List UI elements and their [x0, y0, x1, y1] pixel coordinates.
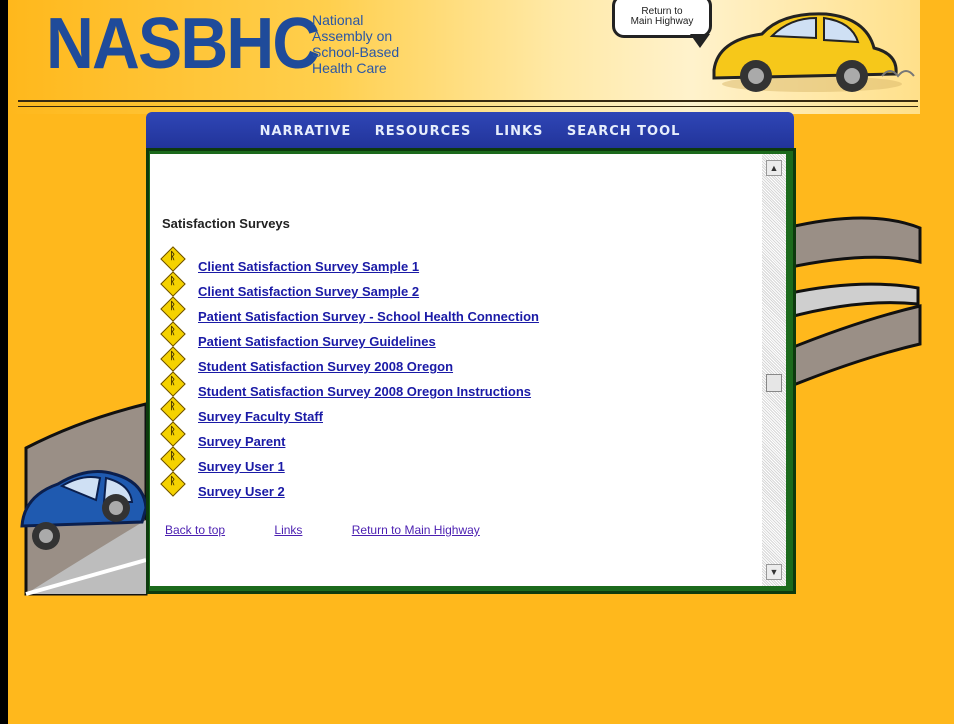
- survey-link[interactable]: Student Satisfaction Survey 2008 Oregon: [198, 359, 453, 374]
- header-rule-bottom: [18, 106, 918, 107]
- scroll-thumb[interactable]: [766, 374, 782, 392]
- back-to-top-link[interactable]: Back to top: [165, 523, 225, 537]
- nav-search-tool[interactable]: SEARCH TOOL: [567, 124, 681, 139]
- survey-link[interactable]: Survey Faculty Staff: [198, 409, 323, 424]
- survey-link[interactable]: Survey User 1: [198, 459, 285, 474]
- scroll-down-button[interactable]: ▼: [766, 564, 782, 580]
- survey-link[interactable]: Survey Parent: [198, 434, 285, 449]
- right-background: [922, 0, 954, 724]
- survey-link[interactable]: Client Satisfaction Survey Sample 1: [198, 259, 419, 274]
- scroll-up-button[interactable]: ▲: [766, 160, 782, 176]
- logo-line-1: National: [312, 12, 364, 28]
- nav-items: NARRATIVE RESOURCES LINKS SEARCH TOOL: [146, 124, 794, 139]
- survey-link[interactable]: Patient Satisfaction Survey Guidelines: [198, 334, 436, 349]
- yellow-car-icon: [712, 12, 915, 92]
- links-link[interactable]: Links: [274, 523, 302, 537]
- bubble-line-2: Main Highway: [630, 16, 694, 27]
- return-to-main-highway-link[interactable]: Return to Main Highway: [352, 523, 480, 537]
- survey-link[interactable]: Student Satisfaction Survey 2008 Oregon …: [198, 384, 531, 399]
- nav-links[interactable]: LINKS: [495, 124, 543, 139]
- header-rule-top: [18, 100, 918, 102]
- top-navigation: NARRATIVE RESOURCES LINKS SEARCH TOOL: [146, 112, 794, 148]
- logo-line-2: Assembly on: [312, 28, 393, 44]
- page-heading: Satisfaction Surveys: [162, 216, 290, 231]
- nav-narrative[interactable]: NARRATIVE: [260, 124, 352, 139]
- survey-link[interactable]: Survey User 2: [198, 484, 285, 499]
- logo-subtitle: National Assembly on School-Based Health…: [312, 12, 399, 76]
- logo-line-3: School-Based: [312, 44, 400, 60]
- logo-line-4: Health Care: [312, 60, 387, 76]
- footer-links: Back to top Links Return to Main Highway: [165, 523, 526, 537]
- nasbhc-logo: NASBHC: [46, 4, 320, 84]
- survey-link[interactable]: Patient Satisfaction Survey - School Hea…: [198, 309, 539, 324]
- nav-resources[interactable]: RESOURCES: [375, 124, 472, 139]
- return-to-main-highway-bubble[interactable]: Return to Main Highway: [612, 0, 712, 38]
- vertical-scrollbar[interactable]: ▲ ▼: [762, 154, 786, 586]
- survey-link[interactable]: Client Satisfaction Survey Sample 2: [198, 284, 419, 299]
